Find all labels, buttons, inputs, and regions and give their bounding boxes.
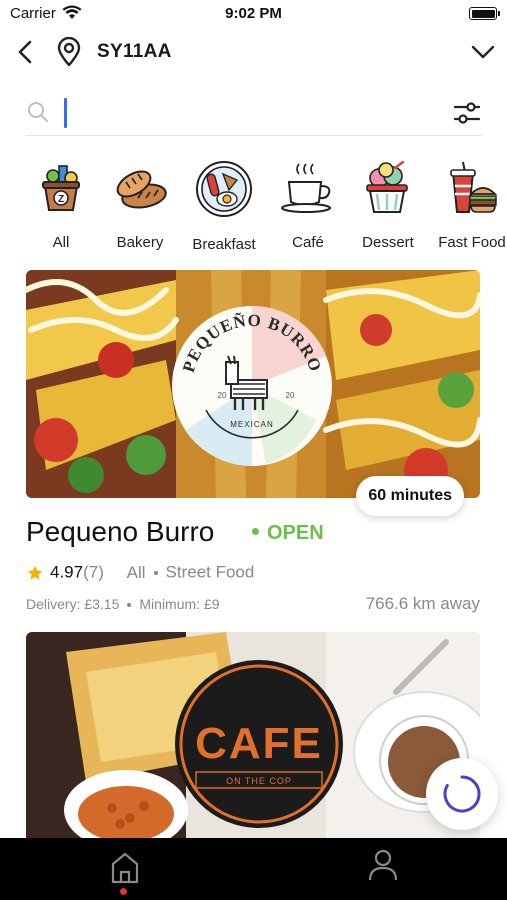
coffee-cup-icon	[281, 163, 331, 213]
separator-dot	[127, 603, 132, 608]
svg-text:Z: Z	[58, 194, 64, 205]
distance: 766.6 km away	[365, 594, 480, 613]
rating-value: 4.97	[50, 562, 84, 582]
minimum-order: Minimum: £9	[139, 596, 220, 612]
restaurant-card[interactable]: CAFE ON THE COP	[26, 632, 480, 838]
delivery-info: Delivery: £3.15 Minimum: £9	[26, 596, 220, 612]
filter-sliders-icon[interactable]	[452, 98, 482, 128]
logo-year-right: 20	[286, 391, 295, 400]
category-tag: All	[126, 562, 146, 582]
profile-icon[interactable]	[368, 848, 398, 882]
restaurant-name: Pequeno Burro	[26, 516, 215, 547]
spinner-icon	[443, 775, 481, 813]
battery-icon	[469, 7, 500, 20]
rating-count: (7)	[83, 562, 104, 582]
category-carousel[interactable]: Z All Bakery Breakfast Café Dessert Fast…	[0, 160, 507, 260]
delivery-time-badge: 60 minutes	[356, 476, 464, 516]
restaurant-image: CAFE ON THE COP	[26, 632, 480, 838]
search-bar	[26, 90, 482, 136]
status-bar: Carrier 9:02 PM	[0, 0, 507, 28]
star-icon	[27, 565, 43, 580]
location-pin-icon	[57, 37, 81, 67]
tacos-photo: PEQUEÑO BURRO 20 20 MEXICAN	[26, 270, 480, 498]
breakfast-plate-icon	[196, 161, 252, 217]
restaurant-image: PEQUEÑO BURRO 20 20 MEXICAN	[26, 270, 480, 498]
chevron-down-icon[interactable]	[469, 40, 497, 64]
home-icon[interactable]	[110, 850, 140, 890]
status-label: OPEN	[267, 522, 324, 544]
header: SY11AA	[0, 30, 507, 76]
open-status: OPEN	[252, 522, 324, 545]
active-indicator-dot	[120, 888, 127, 895]
bread-icon	[116, 170, 167, 209]
logo-subtitle: ON THE COP	[226, 776, 292, 786]
logo-year-left: 20	[218, 391, 227, 400]
search-input[interactable]	[62, 96, 422, 130]
category-fast-food[interactable]: Fast Food	[422, 160, 507, 251]
search-icon	[28, 102, 48, 122]
separator-dot	[153, 570, 158, 575]
logo-title: CAFE	[195, 719, 323, 768]
delivery-fee: Delivery: £3.15	[26, 596, 120, 612]
back-button[interactable]	[12, 38, 40, 66]
logo-subtitle: MEXICAN	[230, 420, 273, 429]
text-cursor	[64, 98, 67, 128]
loading-spinner-button[interactable]	[426, 758, 498, 830]
bottom-navigation	[0, 838, 507, 900]
category-label: Fast Food	[438, 234, 506, 251]
status-dot	[252, 528, 259, 536]
burger-drink-icon	[450, 161, 498, 213]
status-time: 9:02 PM	[225, 5, 282, 22]
breakfast-photo: CAFE ON THE COP	[26, 632, 480, 838]
location-code[interactable]: SY11AA	[97, 41, 172, 63]
grocery-bag-icon: Z	[42, 165, 80, 211]
rating-row: 4.97(7) All Street Food	[26, 562, 254, 584]
ice-cream-icon	[366, 160, 408, 213]
restaurant-card[interactable]: PEQUEÑO BURRO 20 20 MEXICAN 60 minutes P…	[26, 270, 480, 620]
cuisine-tag: Street Food	[165, 562, 255, 582]
